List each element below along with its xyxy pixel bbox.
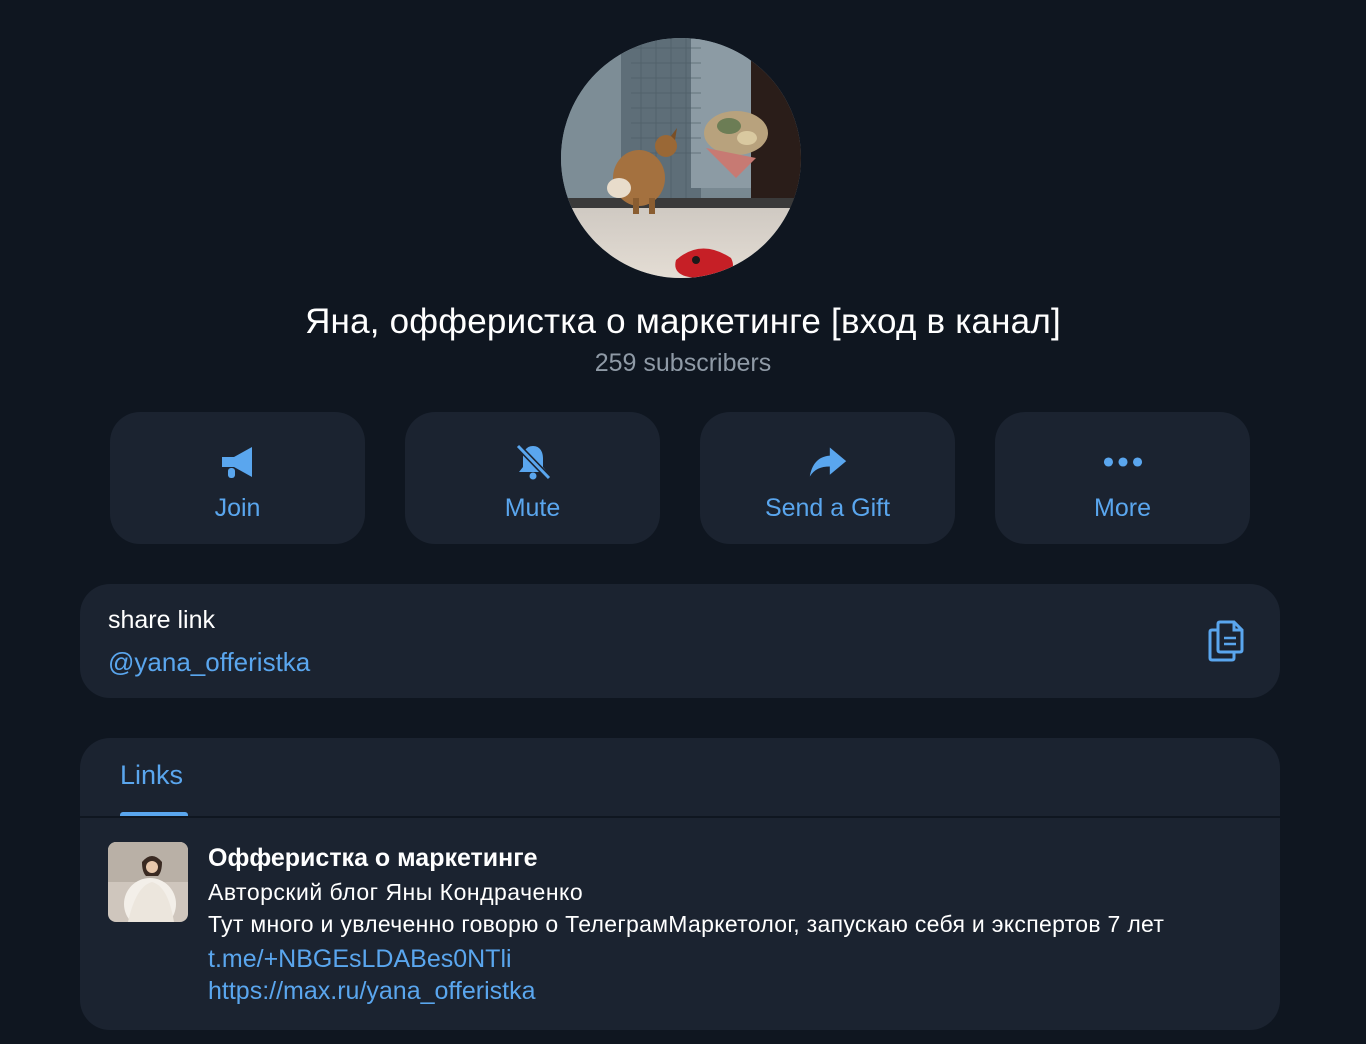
send-gift-button[interactable]: Send a Gift xyxy=(700,412,955,544)
more-label: More xyxy=(1094,494,1151,522)
send-gift-label: Send a Gift xyxy=(764,494,891,522)
channel-title: Яна, офферистка о маркетинге [вход в кан… xyxy=(305,302,1061,341)
action-buttons: Join Mute Send a Gift More xyxy=(110,412,1250,544)
link-url-telegram[interactable]: t.me/+NBGEsLDABes0NTli xyxy=(208,945,512,974)
forward-arrow-icon xyxy=(808,442,848,482)
link-title: Офферистка о маркетинге xyxy=(208,844,538,872)
link-thumbnail xyxy=(108,842,188,922)
subscriber-count: 259 subscribers xyxy=(594,349,772,377)
megaphone-icon xyxy=(218,442,258,482)
bell-off-icon xyxy=(513,442,553,482)
mute-button[interactable]: Mute xyxy=(405,412,660,544)
share-link-card[interactable]: share link @yana_offeristka xyxy=(80,584,1280,698)
join-label: Join xyxy=(214,494,261,522)
link-subtitle: Авторский блог Яны Кондраченко xyxy=(208,879,584,905)
channel-profile-page: Яна, офферистка о маркетинге [вход в кан… xyxy=(0,0,1366,1044)
share-link-label: share link xyxy=(108,606,215,634)
tab-links[interactable]: Links xyxy=(120,760,183,791)
copy-icon[interactable] xyxy=(1206,618,1250,664)
more-dots-icon xyxy=(1103,442,1143,482)
link-item[interactable]: Офферистка о маркетинге Авторский блог Я… xyxy=(80,818,1280,1030)
channel-avatar[interactable] xyxy=(561,38,801,278)
more-button[interactable]: More xyxy=(995,412,1250,544)
link-url-max[interactable]: https://max.ru/yana_offeristka xyxy=(208,977,535,1006)
channel-avatar-photo xyxy=(561,38,801,278)
channel-username[interactable]: @yana_offeristka xyxy=(108,647,310,678)
links-card: Links Офферистка о маркетинге Авторский … xyxy=(80,738,1280,1030)
link-description: Тут много и увлеченно говорю о ТелеграмМ… xyxy=(208,911,1165,937)
join-button[interactable]: Join xyxy=(110,412,365,544)
mute-label: Mute xyxy=(504,494,561,522)
